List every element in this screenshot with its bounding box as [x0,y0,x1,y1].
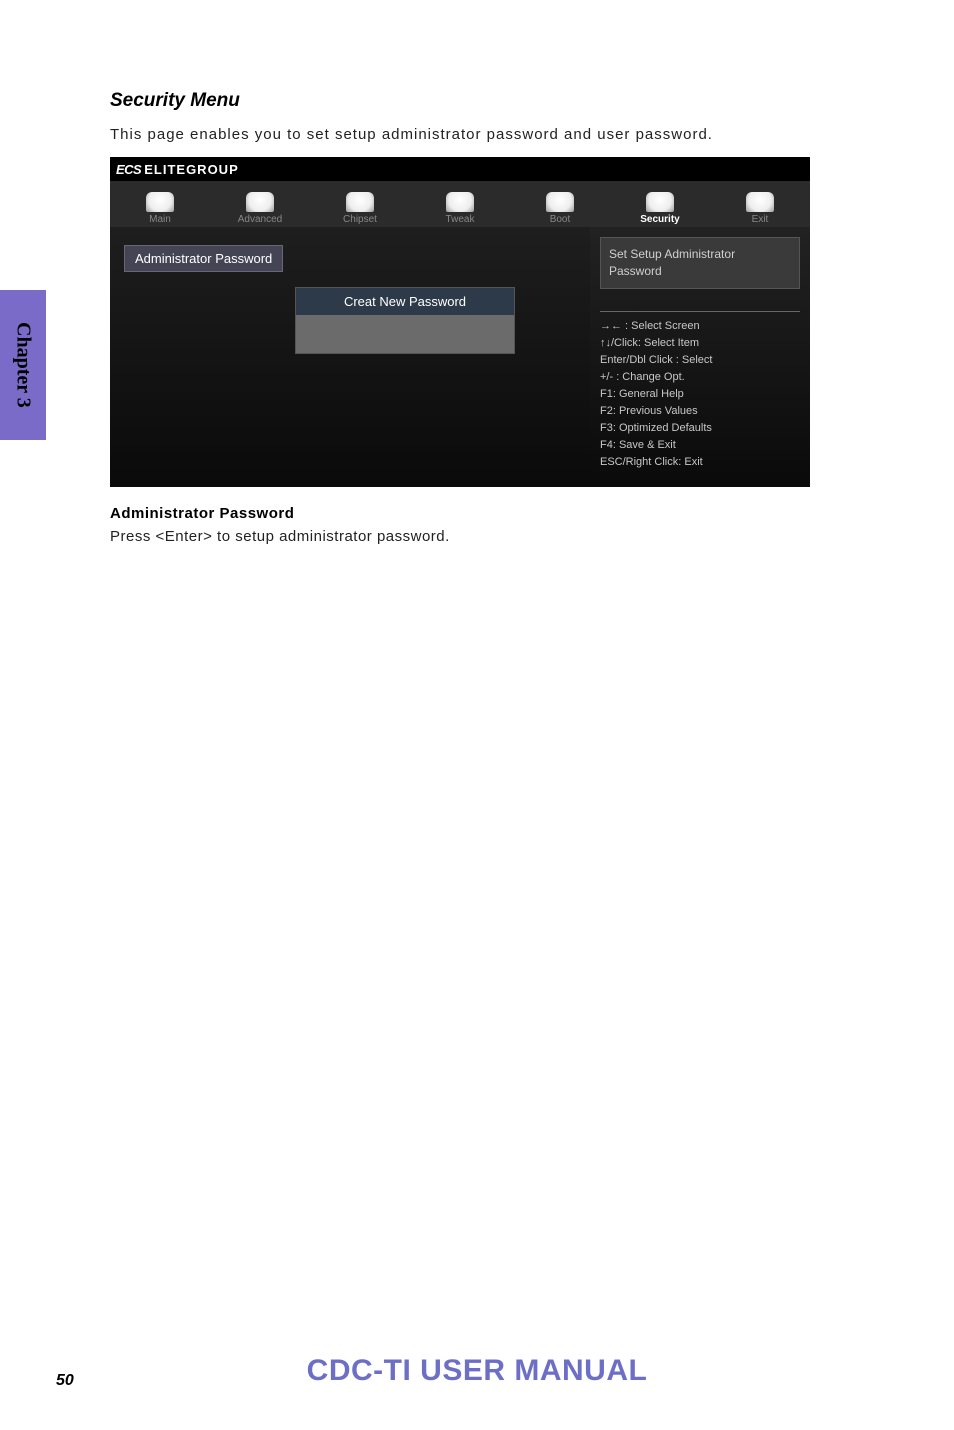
create-password-dialog: Creat New Password [295,287,515,354]
field-heading: Administrator Password [110,505,854,522]
bios-right-panel: Set Setup Administrator Password →← : Se… [590,227,810,487]
tab-advanced[interactable]: Advanced [210,181,310,227]
intro-text: This page enables you to set setup admin… [110,126,854,143]
bios-tabs: Main Advanced Chipset Tweak Boot Securit… [110,181,810,227]
bios-screenshot: ECS ELITEGROUP Main Advanced Chipset Twe… [110,157,810,487]
dialog-title: Creat New Password [296,288,514,315]
legend-line: F1: General Help [600,386,800,403]
administrator-password-item[interactable]: Administrator Password [124,245,283,272]
gauge-icon [446,192,474,212]
bios-brand-bar: ECS ELITEGROUP [110,157,810,181]
section-title: Security Menu [110,90,854,112]
legend-line: ↑↓/Click: Select Item [600,335,800,352]
legend-line: F3: Optimized Defaults [600,420,800,437]
field-description: Press <Enter> to setup administrator pas… [110,528,854,545]
legend-line: F4: Save & Exit [600,437,800,454]
bios-left-panel: Administrator Password Creat New Passwor… [110,227,590,487]
brand-logo: ECS [116,162,141,177]
bios-body: Administrator Password Creat New Passwor… [110,227,810,487]
chapter-label: Chapter 3 [12,322,35,408]
page-number: 50 [56,1372,74,1390]
power-icon [546,192,574,212]
legend-line: →← : Select Screen [600,318,800,335]
tab-label: Tweak [446,214,475,225]
tools-icon [246,192,274,212]
tab-boot[interactable]: Boot [510,181,610,227]
brand-name: ELITEGROUP [144,162,239,177]
exit-icon [746,192,774,212]
legend-line: F2: Previous Values [600,403,800,420]
legend-line: +/- : Change Opt. [600,369,800,386]
tab-label: Advanced [238,214,282,225]
tab-label: Chipset [343,214,377,225]
tab-exit[interactable]: Exit [710,181,810,227]
tab-chipset[interactable]: Chipset [310,181,410,227]
tab-tweak[interactable]: Tweak [410,181,510,227]
footer-title: CDC-TI USER MANUAL [307,1354,648,1388]
legend-line: ESC/Right Click: Exit [600,454,800,471]
legend-line: Enter/Dbl Click : Select [600,352,800,369]
help-box: Set Setup Administrator Password [600,237,800,289]
tab-label: Boot [550,214,571,225]
info-icon [646,192,674,212]
chip-icon [346,192,374,212]
tab-label: Exit [752,214,769,225]
tab-main[interactable]: Main [110,181,210,227]
tab-label: Main [149,214,171,225]
chapter-tab: Chapter 3 [0,290,46,440]
password-input[interactable] [296,315,514,353]
tab-label: Security [640,214,679,225]
tab-security[interactable]: Security [610,181,710,227]
legend-box: →← : Select Screen ↑↓/Click: Select Item… [600,311,800,471]
home-icon [146,192,174,212]
